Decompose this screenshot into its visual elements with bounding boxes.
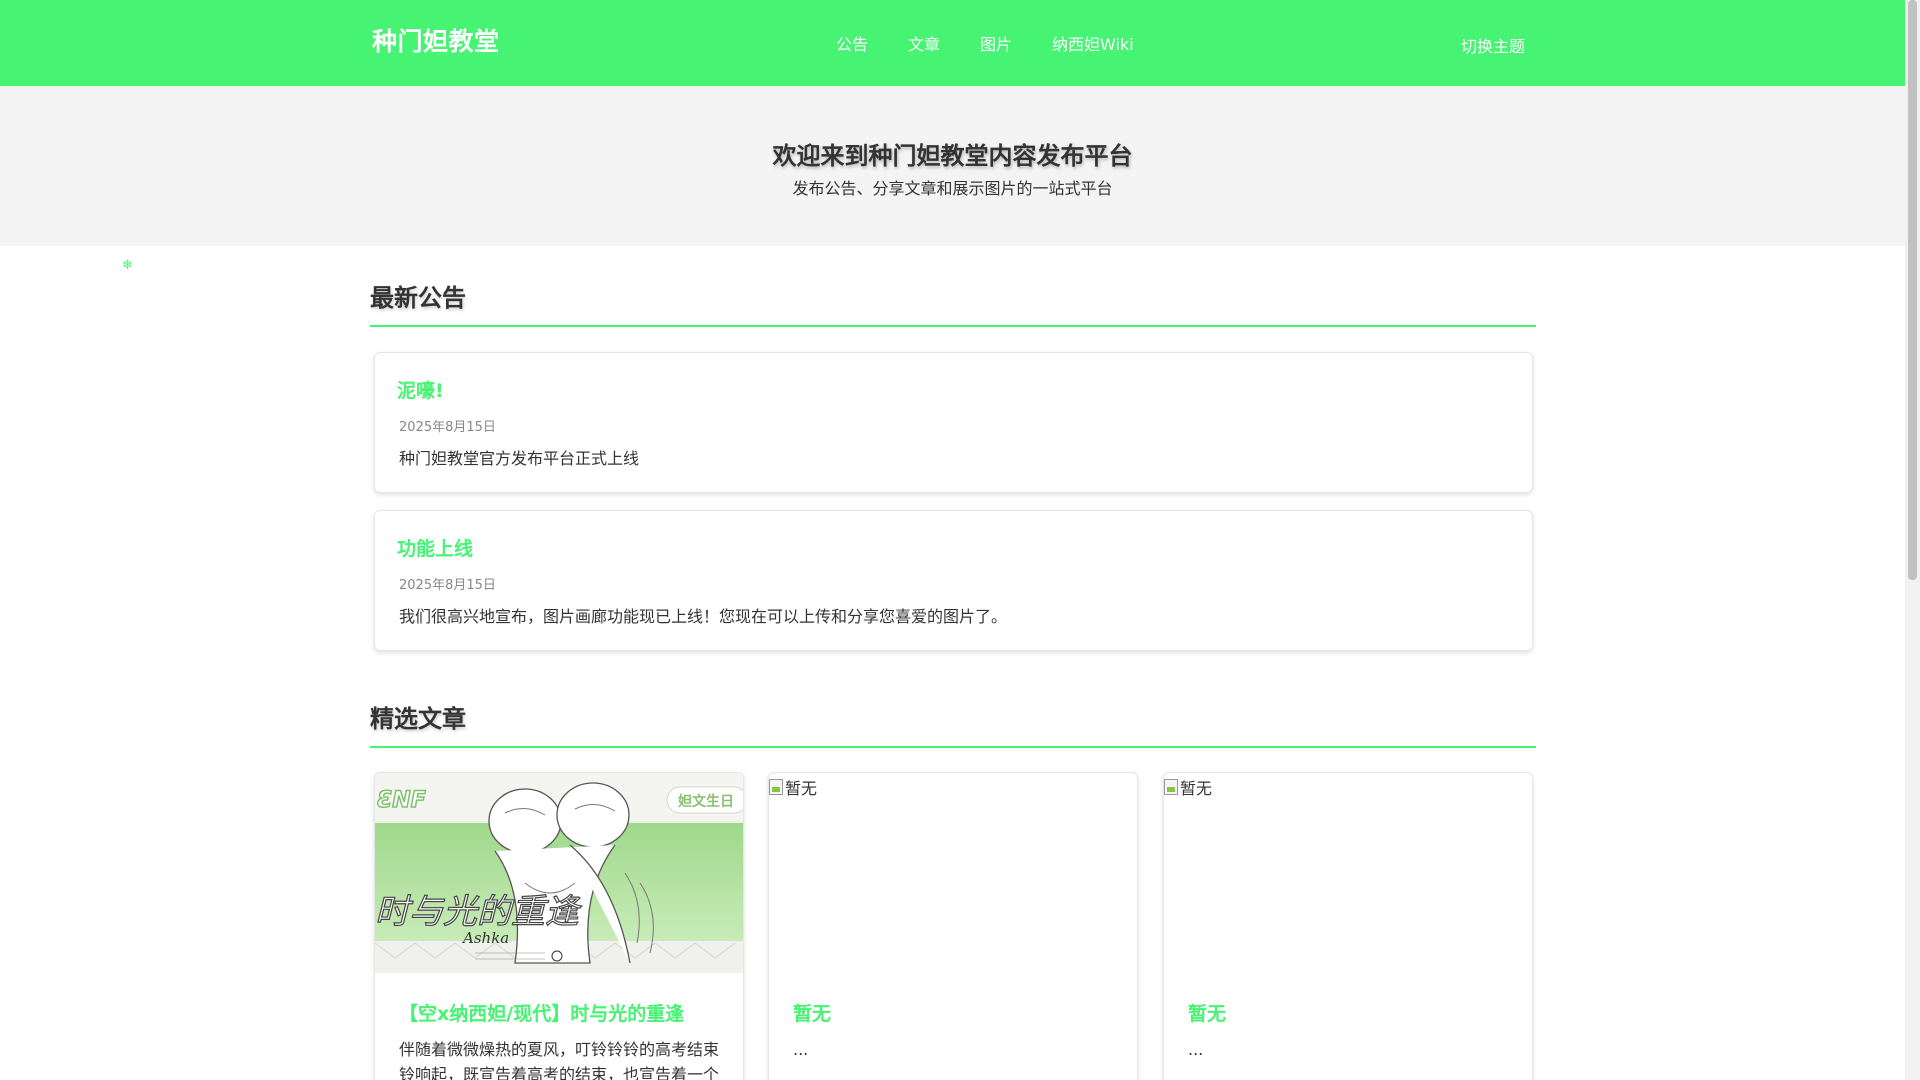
broken-image-alt: 暂无: [785, 779, 818, 798]
broken-image: 暂无: [1164, 775, 1212, 799]
broken-image-alt: 暂无: [1180, 779, 1213, 798]
article-title[interactable]: 暂无: [793, 999, 831, 1026]
article-title[interactable]: 【空x纳西妲/现代】时与光的重逢: [399, 999, 684, 1026]
scrollbar-thumb[interactable]: [1908, 0, 1917, 580]
main-nav: 公告 文章 图片 纳西妲Wiki: [836, 31, 1174, 55]
announcement-card[interactable]: 泥嚎! 2025年8月15日 种门妲教堂官方发布平台正式上线: [374, 352, 1533, 493]
article-excerpt: ...: [793, 1040, 809, 1059]
article-card[interactable]: ƐNF 妲文生日 时与光的重逢 Ashka 【空x纳西妲/现代】时与光的重逢 伴…: [374, 772, 744, 1080]
nav-item-wiki[interactable]: 纳西妲Wiki: [1052, 31, 1134, 55]
announcements-section-title: 最新公告: [370, 278, 1536, 327]
announcement-body: 种门妲教堂官方发布平台正式上线: [399, 449, 640, 468]
article-title[interactable]: 暂无: [1188, 999, 1226, 1026]
cover-signature-text: Ashka: [461, 929, 509, 947]
article-cover-image[interactable]: 暂无: [1164, 773, 1532, 973]
article-card[interactable]: 暂无 暂无 ...: [1163, 772, 1533, 1080]
theme-toggle-button[interactable]: 切换主题: [1461, 33, 1525, 57]
article-cover-image[interactable]: ƐNF 妲文生日 时与光的重逢 Ashka: [375, 773, 743, 973]
articles-section-title: 精选文章: [370, 699, 1536, 748]
nav-item-articles[interactable]: 文章: [908, 31, 940, 55]
page: 种门妲教堂 公告 文章 图片 纳西妲Wiki 切换主题 欢迎来到种门妲教堂内容发…: [0, 0, 1920, 1080]
announcement-body: 我们很高兴地宣布，图片画廊功能现已上线！您现在可以上传和分享您喜爱的图片了。: [399, 607, 1008, 626]
article-cover-image[interactable]: 暂无: [769, 773, 1137, 973]
site-header: 种门妲教堂 公告 文章 图片 纳西妲Wiki 切换主题: [0, 0, 1905, 86]
announcement-title[interactable]: 泥嚎!: [397, 376, 444, 403]
article-card[interactable]: 暂无 暂无 ...: [768, 772, 1138, 1080]
svg-text:ƐNF: ƐNF: [377, 788, 426, 813]
nav-item-images[interactable]: 图片: [980, 31, 1012, 55]
vertical-scrollbar[interactable]: [1905, 0, 1920, 1080]
broken-image-icon: [1164, 779, 1178, 795]
broken-image: 暂无: [769, 775, 817, 799]
nav-item-announcements[interactable]: 公告: [836, 31, 868, 55]
cover-caption-text: 时与光的重逢: [375, 892, 582, 932]
announcement-date: 2025年8月15日: [399, 420, 496, 435]
article-excerpt: ...: [1188, 1040, 1204, 1059]
announcement-card[interactable]: 功能上线 2025年8月15日 我们很高兴地宣布，图片画廊功能现已上线！您现在可…: [374, 510, 1533, 651]
article-excerpt: 伴随着微微燥热的夏风，叮铃铃铃的高考结束铃响起，既宣告着高考的结束，也宣告着一个: [399, 1040, 720, 1080]
hero-title: 欢迎来到种门妲教堂内容发布平台: [772, 142, 1133, 170]
hero-subtitle: 发布公告、分享文章和展示图片的一站式平台: [792, 179, 1113, 198]
broken-image-icon: [769, 779, 783, 795]
announcements-section: 最新公告 泥嚎! 2025年8月15日 种门妲教堂官方发布平台正式上线 功能上线…: [370, 278, 1536, 658]
announcement-title[interactable]: 功能上线: [397, 534, 473, 561]
hero-banner: 欢迎来到种门妲教堂内容发布平台 发布公告、分享文章和展示图片的一站式平台: [0, 86, 1905, 246]
sparkle-icon: ❄: [122, 258, 133, 273]
cover-badge-text: 妲文生日: [678, 793, 734, 810]
announcement-date: 2025年8月15日: [399, 578, 496, 593]
site-logo[interactable]: 种门妲教堂: [372, 22, 500, 58]
article-cover-art: ƐNF 妲文生日 时与光的重逢 Ashka: [375, 773, 743, 973]
